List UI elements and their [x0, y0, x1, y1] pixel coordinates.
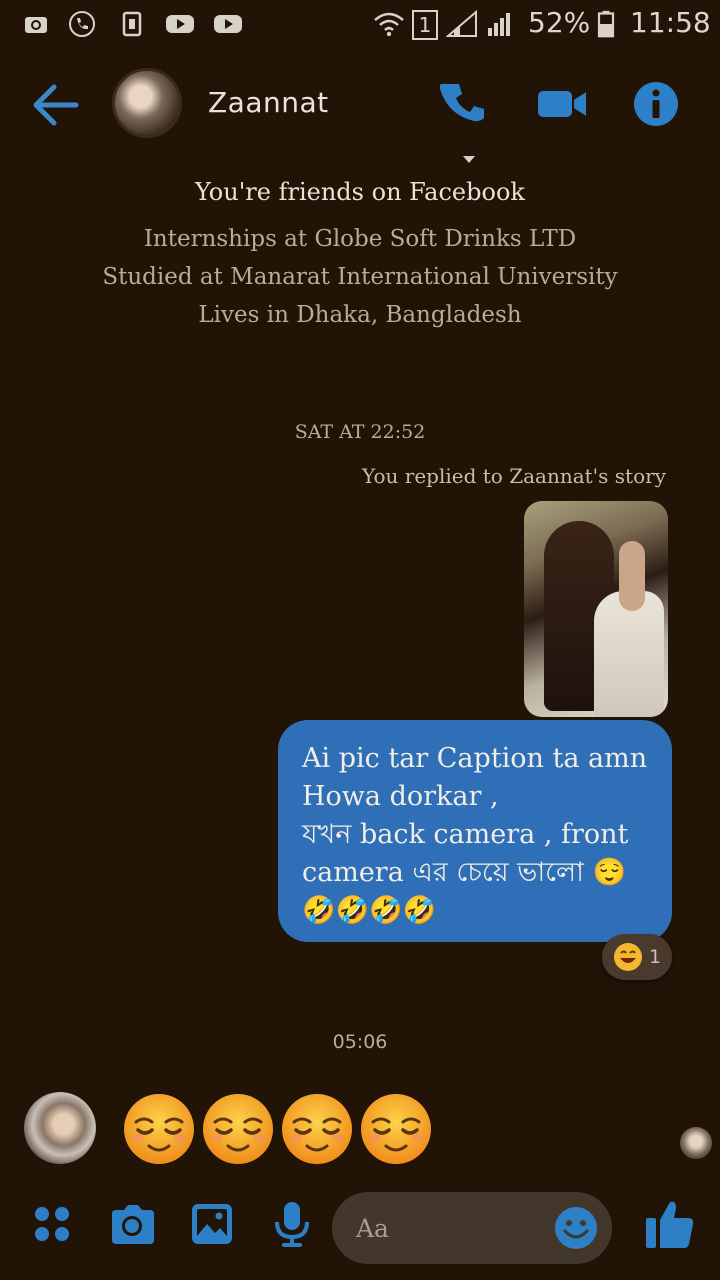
status-bar: 1 52% 11:58 [0, 0, 720, 50]
timestamp-divider: SAT AT 22:52 [294, 421, 426, 443]
scroll-caret [463, 156, 475, 163]
microphone-icon[interactable] [268, 1200, 316, 1248]
message-line: camera এর চেয়ে ভালো 😌 [302, 857, 627, 888]
seen-indicator-avatar [680, 1127, 712, 1159]
friends-notice: You're friends on Facebook [195, 178, 525, 206]
message-input-placeholder: Aa [356, 1213, 389, 1243]
story-reply-label: You replied to Zaannat's story [362, 464, 666, 488]
youtube-notification-icon-2 [214, 15, 242, 33]
relieved-face-emoji-icon[interactable] [201, 1092, 275, 1166]
relieved-face-emoji-icon[interactable] [359, 1092, 433, 1166]
sim-notification-icon [122, 11, 142, 37]
sim-slot-badge: 1 [412, 10, 438, 40]
back-arrow-icon[interactable] [30, 82, 82, 128]
contact-avatar[interactable] [112, 68, 182, 138]
grinning-emoji-icon [613, 943, 642, 971]
phone-icon[interactable] [440, 80, 488, 128]
message-line: Ai pic tar Caption ta amn [302, 743, 648, 774]
apps-icon[interactable] [28, 1200, 76, 1248]
thumbs-up-icon[interactable] [644, 1196, 694, 1250]
relieved-face-emoji-icon[interactable] [280, 1092, 354, 1166]
message-reaction[interactable]: 1 [602, 934, 672, 980]
outgoing-message-bubble[interactable]: Ai pic tar Caption ta amn Howa dorkar , … [278, 720, 672, 942]
youtube-notification-icon [166, 15, 194, 33]
camera-notification-icon [25, 17, 47, 33]
emoji-icon[interactable] [554, 1206, 598, 1250]
signal-icon-2 [488, 13, 510, 36]
reaction-count: 1 [648, 946, 662, 968]
message-line: যখন back camera , front [302, 819, 629, 850]
wifi-icon [374, 12, 404, 37]
signal-icon [446, 10, 477, 37]
gallery-icon[interactable] [188, 1200, 236, 1248]
sender-avatar[interactable] [24, 1092, 96, 1164]
message-input[interactable]: Aa [332, 1192, 612, 1264]
relieved-face-emoji-icon[interactable] [122, 1092, 196, 1166]
story-figure-arm [619, 541, 645, 611]
contact-name[interactable]: Zaannat [208, 86, 329, 119]
profile-education: Studied at Manarat International Univers… [102, 264, 618, 290]
battery-percent: 52% [528, 6, 591, 39]
info-icon[interactable] [632, 80, 680, 128]
story-thumbnail[interactable] [524, 501, 668, 717]
message-line: 🤣🤣🤣🤣 [302, 895, 437, 926]
profile-location: Lives in Dhaka, Bangladesh [198, 302, 522, 328]
phone-notification-icon [69, 11, 95, 37]
clock: 11:58 [630, 6, 711, 39]
timestamp-divider-2: 05:06 [332, 1031, 388, 1053]
camera-icon[interactable] [108, 1200, 156, 1248]
battery-icon [597, 10, 615, 38]
video-camera-icon[interactable] [536, 80, 588, 128]
message-line: Howa dorkar , [302, 781, 499, 812]
profile-work: Internships at Globe Soft Drinks LTD [143, 226, 577, 252]
